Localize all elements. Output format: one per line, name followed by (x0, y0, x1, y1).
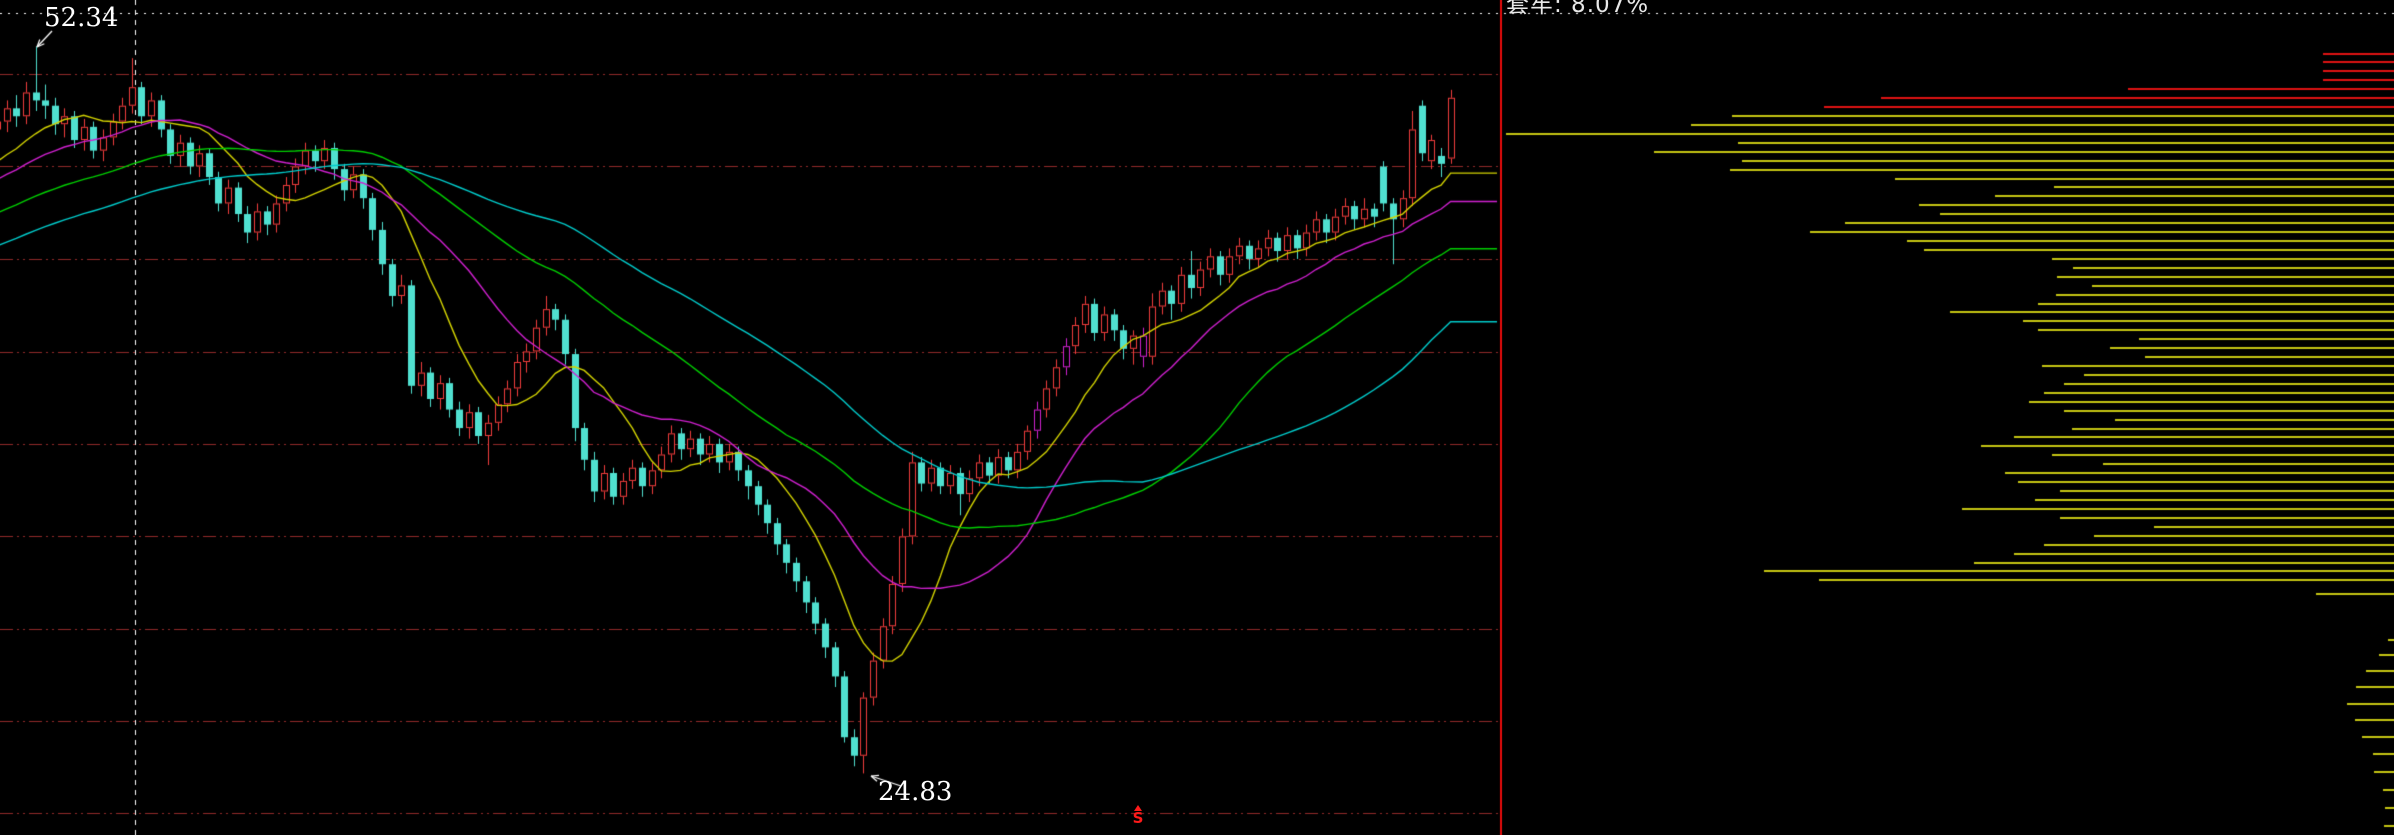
panel-divider[interactable] (1500, 0, 1502, 835)
trapped-percent-label: 套牢: 8.07% (1506, 0, 1649, 18)
high-price-annotation: 52.34 (44, 5, 118, 31)
kline-chart-canvas[interactable] (0, 0, 2394, 835)
signal-marker: S (1128, 805, 1148, 825)
stock-chart-window: 52.34 24.83 套牢: 8.07% S (0, 0, 2394, 835)
low-price-annotation: 24.83 (878, 779, 952, 805)
signal-marker-letter: S (1128, 811, 1148, 825)
